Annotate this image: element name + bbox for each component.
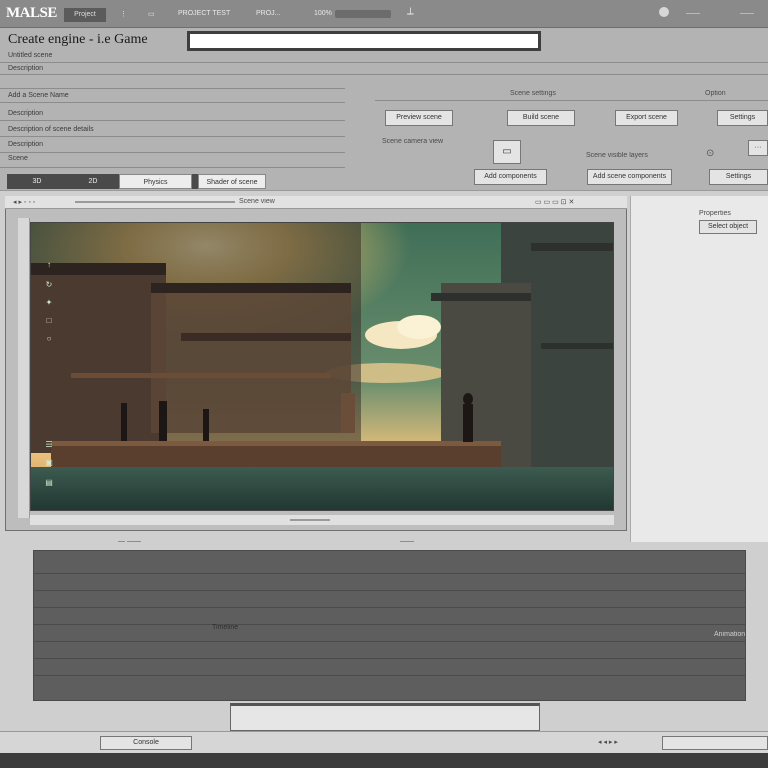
properties-panel: Properties Select object bbox=[630, 196, 768, 542]
layers-tool-icon[interactable]: ☰ bbox=[44, 440, 54, 450]
build-scene-button[interactable]: Build scene bbox=[507, 110, 575, 126]
editor-scroll-track[interactable] bbox=[75, 201, 235, 203]
divider bbox=[0, 120, 345, 121]
menu-item-view[interactable]: ▭ bbox=[148, 10, 155, 18]
menu-item-close[interactable]: —— bbox=[740, 10, 754, 17]
track-divider bbox=[34, 675, 745, 676]
track-divider bbox=[34, 658, 745, 659]
footer-controls[interactable]: ◂ ◂ ▸ ▸ bbox=[598, 738, 618, 746]
divider bbox=[0, 88, 345, 89]
divider bbox=[0, 167, 345, 168]
divider bbox=[0, 74, 768, 75]
timeline-label: Animation bbox=[714, 631, 746, 638]
section-header: Option bbox=[705, 90, 726, 97]
editor-toolbar: ◂ ▸ ◦ ◦ ◦ Scene view ▭ ▭ ▭ ⊡ ✕ bbox=[5, 196, 627, 209]
menu-item-help[interactable]: —— bbox=[686, 10, 700, 17]
save-tool-icon[interactable]: ▤ bbox=[44, 478, 54, 488]
form-label: Scene bbox=[8, 155, 28, 162]
form-label: Description bbox=[8, 110, 44, 117]
box-tool-icon[interactable]: □ bbox=[44, 316, 54, 326]
side-label: Scene visible layers bbox=[586, 152, 648, 159]
image-tool-icon[interactable]: ▣ bbox=[44, 458, 54, 468]
scene-toolbar: ↑ ↻ ✦ □ ○ ☰ ▣ ▤ bbox=[30, 224, 60, 514]
sphere-tool-icon[interactable]: ○ bbox=[44, 334, 54, 344]
track-divider bbox=[34, 641, 745, 642]
mode-2d[interactable]: 2D bbox=[67, 174, 119, 189]
editor-tab-label[interactable]: Scene view bbox=[239, 198, 275, 205]
status-scroll-thumb[interactable] bbox=[290, 519, 330, 521]
menu-item-project-test[interactable]: PROJECT TEST bbox=[178, 10, 230, 17]
track-divider bbox=[34, 590, 745, 591]
form-label: Description bbox=[8, 65, 44, 72]
divider bbox=[0, 62, 768, 63]
menu-item-icon[interactable]: ⋮ bbox=[120, 10, 127, 18]
settings-button[interactable]: Settings bbox=[717, 110, 768, 126]
console-button[interactable]: Console bbox=[100, 736, 192, 750]
header-panel: Create engine - i.e Game Untitled scene … bbox=[0, 28, 768, 190]
settings-button-2[interactable]: Settings bbox=[709, 169, 768, 185]
link-icon[interactable]: ⊙ bbox=[706, 148, 714, 159]
add-scene-components-button[interactable]: Add scene components bbox=[587, 169, 672, 185]
separator-icon: ⟂ bbox=[407, 6, 414, 17]
divider bbox=[375, 100, 768, 101]
top-progress-bar bbox=[335, 10, 391, 18]
side-label: Scene camera view bbox=[382, 138, 444, 145]
more-button[interactable]: ··· bbox=[748, 140, 768, 156]
light-tool-icon[interactable]: ✦ bbox=[44, 298, 54, 308]
scene-viewport[interactable] bbox=[30, 222, 614, 511]
properties-title: Properties bbox=[699, 210, 731, 217]
editor-status-bar bbox=[30, 515, 614, 525]
form-label: Add a Scene Name bbox=[8, 92, 69, 99]
title-input[interactable] bbox=[187, 31, 541, 51]
form-label: Description of scene details bbox=[8, 126, 94, 133]
scene-image bbox=[31, 223, 613, 510]
page-title: Create engine - i.e Game bbox=[8, 32, 148, 47]
track-divider bbox=[34, 573, 745, 574]
mode-toggle[interactable]: 3D 2D Physics Shader of scene bbox=[7, 174, 266, 189]
form-label: Description bbox=[8, 141, 44, 148]
mode-shader[interactable]: Shader of scene bbox=[198, 174, 266, 189]
footer-bar: Console ◂ ◂ ▸ ▸ bbox=[0, 731, 768, 753]
divider bbox=[0, 136, 345, 137]
rotate-tool-icon[interactable]: ↻ bbox=[44, 280, 54, 290]
preview-area[interactable] bbox=[230, 703, 540, 731]
editor-window-controls[interactable]: ▭ ▭ ▭ ⊡ ✕ bbox=[535, 198, 574, 206]
timeline-panel[interactable]: Timeline Animation bbox=[33, 550, 746, 701]
timeline-label: Timeline bbox=[212, 624, 239, 631]
divider bbox=[0, 152, 345, 153]
preview-scene-button[interactable]: Preview scene bbox=[385, 110, 453, 126]
track-divider bbox=[34, 624, 745, 625]
left-rail bbox=[18, 218, 30, 518]
track-divider bbox=[34, 607, 745, 608]
status-dot-icon[interactable] bbox=[659, 7, 669, 17]
move-tool-icon[interactable]: ↑ bbox=[44, 260, 54, 270]
status-text: —— bbox=[400, 538, 414, 545]
toolbar-icons[interactable]: ◂ ▸ ◦ ◦ ◦ bbox=[13, 198, 35, 206]
add-components-button[interactable]: Add components bbox=[474, 169, 547, 185]
footer-field[interactable] bbox=[662, 736, 768, 750]
section-header: Scene settings bbox=[510, 90, 556, 97]
bottom-strip bbox=[0, 753, 768, 768]
add-scene-icon[interactable]: ▭ bbox=[493, 140, 521, 164]
mode-3d[interactable]: 3D bbox=[7, 174, 67, 189]
export-scene-button[interactable]: Export scene bbox=[615, 110, 678, 126]
select-object-field[interactable]: Select object bbox=[699, 220, 757, 234]
status-text: — —— bbox=[118, 538, 141, 545]
mode-physics[interactable]: Physics bbox=[119, 174, 192, 189]
divider bbox=[0, 102, 345, 103]
menu-item-proj[interactable]: PROJ... bbox=[256, 10, 281, 17]
tab-project[interactable]: Project bbox=[64, 8, 106, 22]
app-logo: MALSE bbox=[6, 5, 57, 21]
zoom-label: 100% bbox=[314, 10, 332, 17]
form-label: Untitled scene bbox=[8, 52, 53, 59]
